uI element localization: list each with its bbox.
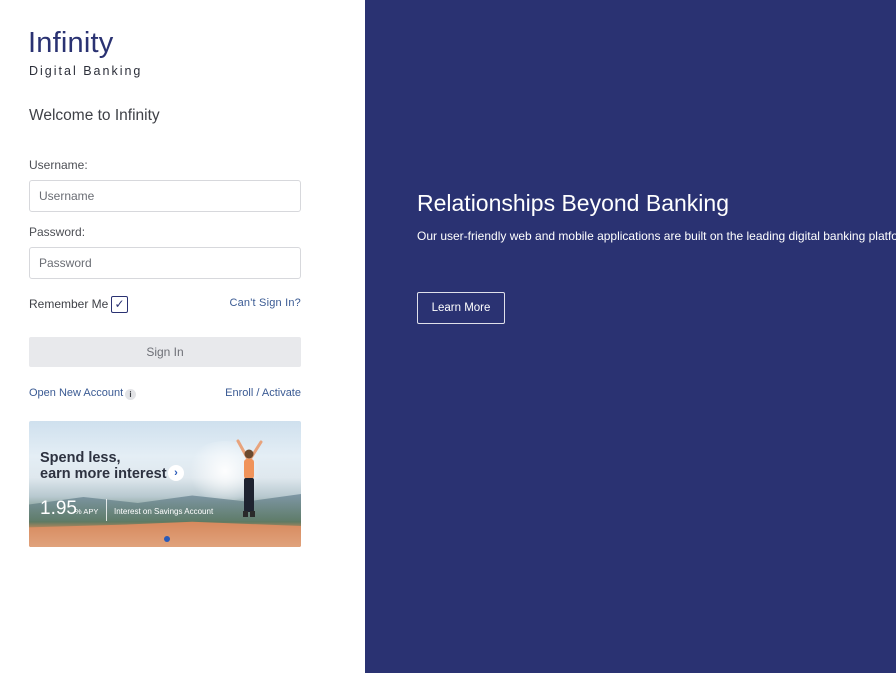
info-icon[interactable]: i xyxy=(125,389,136,400)
checkmark-icon: ✓ xyxy=(114,297,125,311)
open-new-account-link[interactable]: Open New Account xyxy=(29,387,123,399)
username-label: Username: xyxy=(29,158,88,172)
promo-headline-line2: earn more interest xyxy=(40,466,167,482)
chevron-right-icon[interactable]: › xyxy=(168,465,184,481)
promo-rate: 1.95 xyxy=(40,498,77,519)
username-input[interactable] xyxy=(29,180,301,212)
password-label: Password: xyxy=(29,225,86,239)
remember-me-checkbox[interactable]: ✓ xyxy=(111,296,128,313)
hero-panel: Relationships Beyond Banking Our user-fr… xyxy=(365,0,896,673)
person-cheering-illustration xyxy=(236,439,263,517)
promo-divider xyxy=(106,499,107,521)
promo-banner[interactable]: Spend less, earn more interest › 1.95 % … xyxy=(29,421,301,547)
learn-more-button[interactable]: Learn More xyxy=(417,292,505,324)
sign-in-button[interactable]: Sign In xyxy=(29,337,301,367)
brand-logo: Infinity xyxy=(28,27,114,59)
remember-me-label: Remember Me xyxy=(29,297,109,311)
login-panel: Infinity Digital Banking Welcome to Infi… xyxy=(0,0,365,673)
hero-title: Relationships Beyond Banking xyxy=(417,190,729,216)
welcome-heading: Welcome to Infinity xyxy=(29,107,160,124)
cant-sign-in-link[interactable]: Can't Sign In? xyxy=(229,297,301,309)
password-input[interactable] xyxy=(29,247,301,279)
enroll-activate-link[interactable]: Enroll / Activate xyxy=(225,387,301,399)
promo-headline-line1: Spend less, xyxy=(40,450,121,466)
promo-rate-suffix: % APY xyxy=(75,507,99,516)
carousel-dot[interactable] xyxy=(164,536,170,542)
hero-subtitle: Our user-friendly web and mobile applica… xyxy=(417,229,896,243)
promo-headline: Spend less, earn more interest xyxy=(40,450,167,482)
brand-tagline: Digital Banking xyxy=(29,64,143,78)
promo-description: Interest on Savings Account xyxy=(114,507,214,516)
